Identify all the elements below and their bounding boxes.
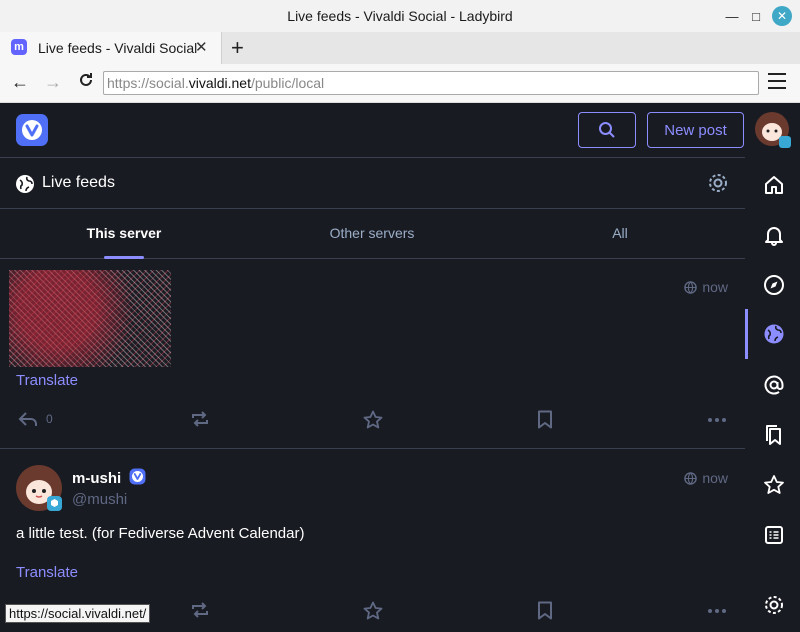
globe-icon (684, 280, 698, 294)
mastodon-icon: m (11, 39, 27, 55)
bookmark-icon (538, 410, 552, 429)
reply-icon (18, 412, 37, 426)
time-label: now (702, 470, 728, 486)
navigation-bar: ← → https://social.vivaldi.net/public/lo… (0, 64, 800, 103)
bookmark-icon (538, 601, 552, 620)
account-handle[interactable]: @mushi (72, 491, 127, 508)
app-header: New post (0, 103, 800, 157)
avatar[interactable] (755, 112, 791, 148)
explore-compass-icon[interactable] (763, 274, 785, 296)
tab-bar: m Live feeds - Vivaldi Social ✕ + (0, 32, 800, 64)
boost-icon (192, 602, 208, 618)
close-window-button[interactable]: ✕ (772, 6, 792, 26)
tab-this-server[interactable]: This server (87, 225, 162, 241)
globe-icon (15, 174, 35, 199)
column-title: Live feeds (42, 174, 115, 191)
maximize-button[interactable]: □ (746, 6, 766, 26)
bookmarks-icon[interactable] (763, 424, 785, 446)
vivaldi-logo-icon[interactable] (16, 114, 48, 146)
new-tab-button[interactable]: + (231, 35, 244, 61)
favourite-button[interactable] (363, 601, 383, 620)
search-icon (599, 122, 615, 138)
favourite-button[interactable] (363, 410, 383, 429)
more-options-button[interactable] (708, 418, 726, 422)
minimize-button[interactable]: — (722, 6, 742, 26)
feed-column: Live feeds This server Other servers All… (0, 157, 745, 632)
reply-button[interactable]: 0 (18, 410, 53, 428)
tab-close-icon[interactable]: ✕ (195, 38, 208, 56)
more-options-button[interactable] (708, 609, 726, 613)
status-content: a little test. (for Fediverse Advent Cal… (16, 525, 305, 542)
display-name[interactable]: m-ushi (72, 468, 146, 487)
address-bar[interactable]: https://social.vivaldi.net/public/local (103, 71, 759, 95)
preferences-gear-icon[interactable] (763, 594, 785, 616)
boost-button[interactable] (190, 601, 210, 619)
post-time[interactable]: now (684, 470, 728, 486)
title-bar: Live feeds - Vivaldi Social - Ladybird —… (0, 0, 800, 32)
favourites-star-icon[interactable] (763, 474, 785, 496)
more-icon (708, 609, 726, 613)
post-media-image[interactable] (9, 270, 171, 367)
star-icon (363, 601, 383, 620)
feed-tabs: This server Other servers All (0, 209, 745, 259)
browser-tab[interactable]: m Live feeds - Vivaldi Social ✕ (0, 32, 222, 64)
right-navigation (745, 157, 800, 632)
active-nav-indicator (745, 309, 748, 359)
reload-button[interactable] (77, 71, 95, 94)
tab-all[interactable]: All (612, 225, 628, 241)
avatar[interactable] (16, 465, 62, 511)
translate-link[interactable]: Translate (16, 564, 78, 581)
back-button[interactable]: ← (11, 72, 29, 93)
star-icon (363, 410, 383, 429)
verified-badge-icon (129, 468, 146, 485)
boost-button[interactable] (190, 410, 210, 428)
link-hover-tooltip: https://social.vivaldi.net/ (5, 604, 151, 623)
translate-link[interactable]: Translate (16, 372, 78, 389)
live-feeds-globe-icon[interactable] (763, 323, 785, 345)
url-host: vivaldi.net (188, 75, 251, 91)
bookmark-button[interactable] (537, 601, 553, 620)
tab-title: Live feeds - Vivaldi Social (38, 40, 198, 56)
bookmark-button[interactable] (537, 410, 553, 429)
more-icon (708, 418, 726, 422)
mastodon-app: New post Live feeds This server Other se… (0, 103, 800, 632)
reply-count: 0 (46, 412, 53, 426)
display-name-text: m-ushi (72, 470, 122, 487)
home-icon[interactable] (763, 174, 785, 196)
time-label: now (702, 279, 728, 295)
column-header: Live feeds (0, 158, 745, 209)
mentions-at-icon[interactable] (763, 374, 785, 396)
settings-icon[interactable] (707, 172, 729, 199)
hamburger-menu-button[interactable] (768, 73, 786, 94)
window-title: Live feeds - Vivaldi Social - Ladybird (287, 8, 513, 24)
lists-icon[interactable] (763, 524, 785, 546)
status-post[interactable]: now Translate 0 (0, 259, 745, 449)
url-path: /public/local (250, 75, 325, 91)
search-button[interactable] (578, 112, 636, 148)
new-post-button[interactable]: New post (647, 112, 744, 148)
post-time[interactable]: now (684, 279, 728, 295)
url-scheme: https://social. (107, 75, 189, 91)
globe-icon (684, 471, 698, 485)
tab-other-servers[interactable]: Other servers (330, 225, 415, 241)
forward-button[interactable]: → (44, 72, 62, 93)
boost-icon (192, 411, 208, 427)
notifications-bell-icon[interactable] (763, 224, 785, 246)
